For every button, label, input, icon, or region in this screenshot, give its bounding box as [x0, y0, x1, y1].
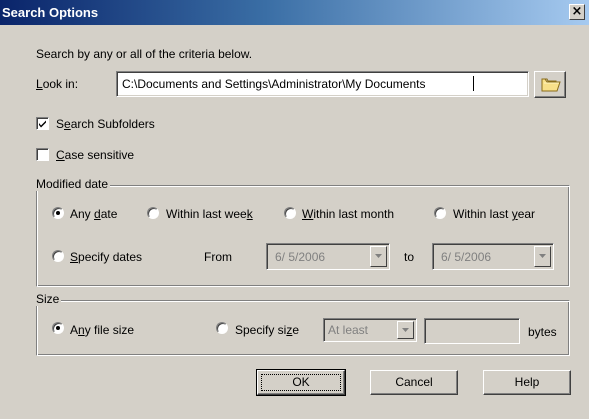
chevron-down-icon	[375, 254, 382, 258]
from-label: From	[204, 250, 232, 264]
help-button-label: Help	[514, 375, 540, 389]
search-subfolders-label[interactable]: Search Subfolders	[56, 117, 155, 131]
cancel-button-label: Cancel	[395, 375, 433, 389]
look-in-value: C:\Documents and Settings\Administrator\…	[122, 77, 426, 91]
to-date-dropdown-button[interactable]	[534, 246, 551, 267]
bytes-label: bytes	[528, 325, 557, 339]
from-date-picker[interactable]: 6/ 5/2006	[266, 243, 390, 270]
within-last-year-radio[interactable]	[434, 207, 446, 219]
specify-dates-label[interactable]: Specify dates	[70, 250, 142, 264]
chevron-down-icon	[539, 254, 546, 258]
dialog-title: Search Options	[2, 5, 99, 20]
folder-icon	[541, 76, 561, 96]
title-bar[interactable]: Search Options ×	[0, 0, 589, 25]
modified-date-group	[36, 185, 570, 287]
look-in-input[interactable]: C:\Documents and Settings\Administrator\…	[116, 71, 529, 97]
specify-dates-radio[interactable]	[52, 250, 64, 262]
search-subfolders-checkbox[interactable]	[36, 117, 49, 130]
help-button[interactable]: Help	[483, 370, 571, 395]
search-options-dialog: Search Options × Search by any or all of…	[0, 0, 589, 419]
browse-button[interactable]	[534, 71, 566, 98]
within-last-month-label[interactable]: Within last month	[302, 207, 394, 221]
chevron-down-icon	[402, 328, 409, 332]
any-date-radio[interactable]	[52, 207, 64, 219]
specify-size-radio[interactable]	[216, 322, 228, 334]
to-date-picker[interactable]: 6/ 5/2006	[432, 243, 554, 270]
within-last-week-label[interactable]: Within last week	[166, 207, 253, 221]
within-last-week-radio[interactable]	[147, 207, 159, 219]
specify-size-label[interactable]: Specify size	[235, 323, 299, 337]
cancel-button[interactable]: Cancel	[370, 370, 458, 395]
within-last-year-label[interactable]: Within last year	[453, 207, 535, 221]
size-legend: Size	[34, 292, 62, 306]
any-date-label[interactable]: Any date	[70, 207, 117, 221]
close-icon: ×	[571, 4, 583, 19]
size-amount-input[interactable]	[424, 318, 520, 344]
text-cursor	[473, 76, 474, 91]
look-in-label: Look in:	[36, 77, 79, 91]
modified-date-legend: Modified date	[34, 177, 111, 191]
close-button[interactable]: ×	[569, 4, 585, 20]
checkmark-icon	[39, 120, 46, 128]
to-date-value: 6/ 5/2006	[441, 250, 492, 264]
size-comparator-value: At least	[328, 323, 369, 337]
size-comparator-dropdown-button[interactable]	[397, 321, 414, 339]
within-last-month-radio[interactable]	[284, 207, 296, 219]
to-label: to	[404, 250, 415, 264]
case-sensitive-label[interactable]: Case sensitive	[56, 148, 134, 162]
any-file-size-label[interactable]: Any file size	[70, 323, 134, 337]
from-date-dropdown-button[interactable]	[370, 246, 387, 267]
case-sensitive-checkbox[interactable]	[36, 148, 49, 161]
ok-button[interactable]: OK	[256, 369, 346, 396]
intro-text: Search by any or all of the criteria bel…	[36, 47, 253, 61]
any-file-size-radio[interactable]	[52, 322, 64, 334]
size-comparator-select[interactable]: At least	[323, 318, 417, 342]
from-date-value: 6/ 5/2006	[275, 250, 326, 264]
